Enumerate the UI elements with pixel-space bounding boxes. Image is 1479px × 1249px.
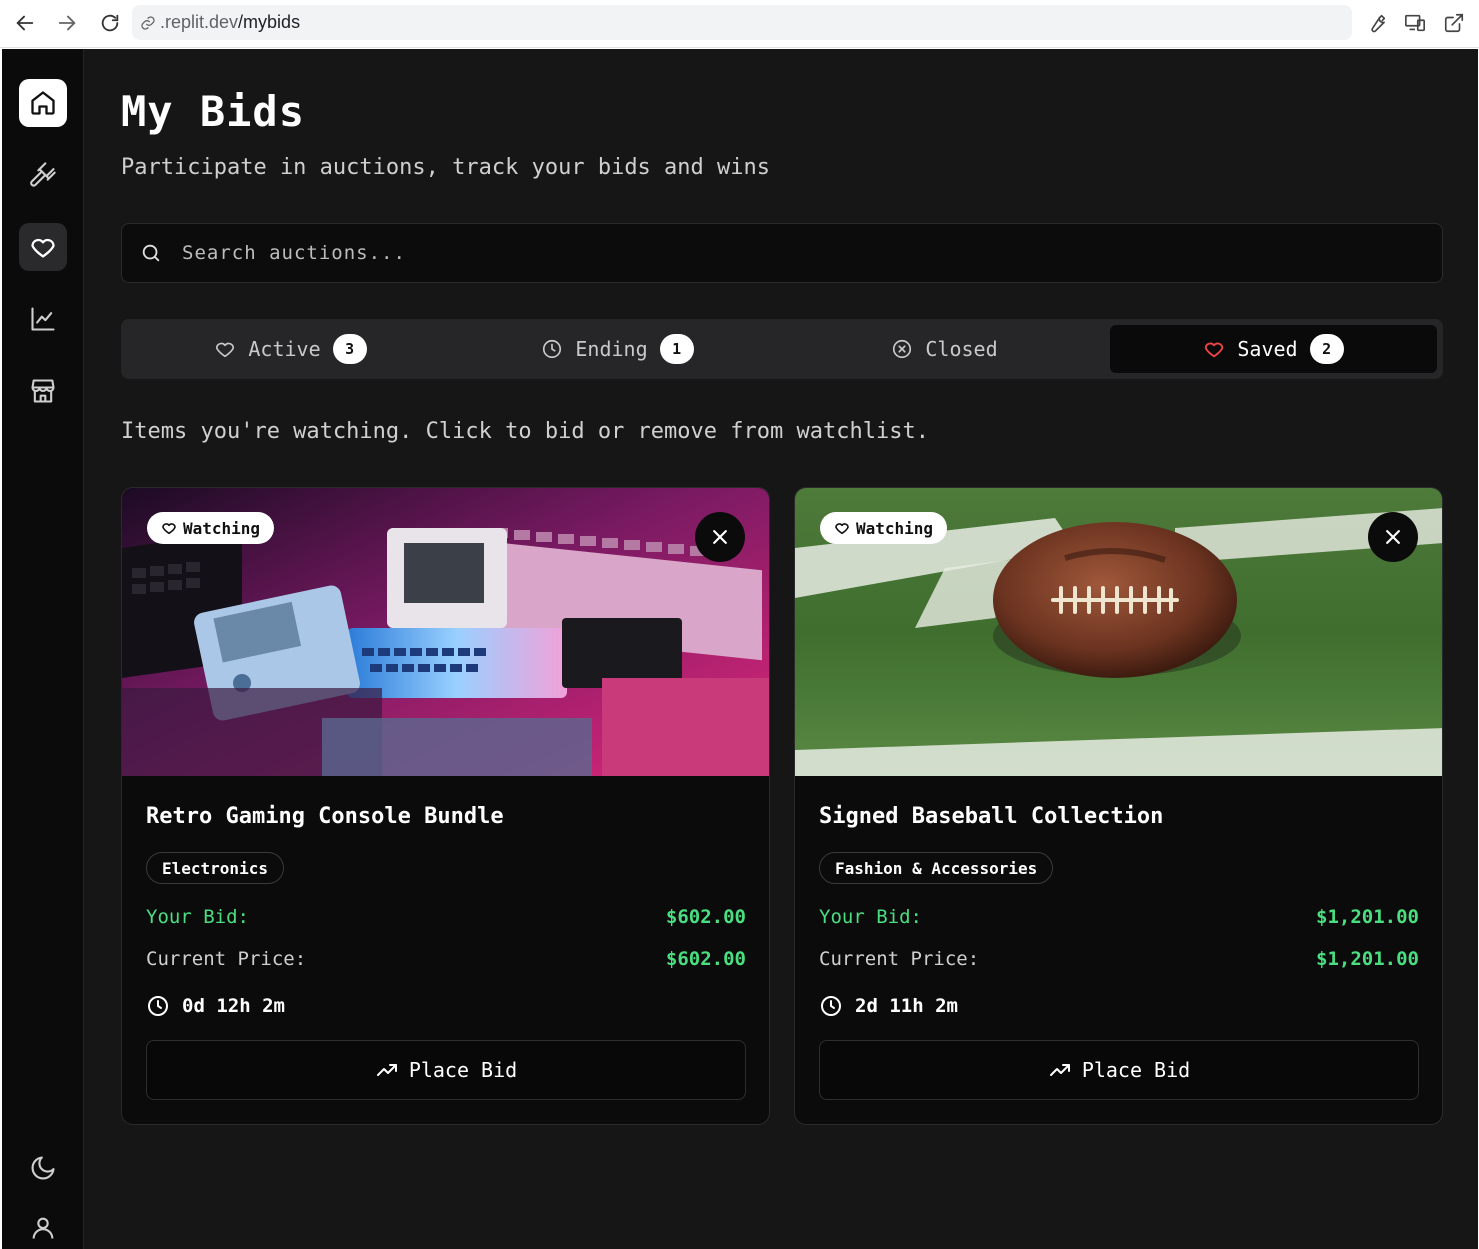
current-price-row: Current Price: $602.00 [146, 948, 746, 970]
remove-from-watchlist-button[interactable] [695, 512, 745, 562]
url-text: .replit.dev/mybids [160, 12, 301, 32]
time-remaining: 0d 12h 2m [146, 994, 285, 1018]
heart-icon [216, 342, 235, 358]
place-bid-button[interactable]: Place Bid [146, 1040, 746, 1100]
your-bid-row: Your Bid: $602.00 [146, 906, 746, 928]
browser-toolbar: .replit.dev/mybids [0, 0, 1479, 48]
item-title[interactable]: Signed Baseball Collection [819, 804, 1163, 829]
home-icon [31, 91, 55, 115]
trending-up-icon [376, 1064, 397, 1076]
clock-icon [543, 339, 562, 359]
clock-icon [148, 996, 168, 1016]
profile-button[interactable] [19, 1204, 67, 1249]
tab-saved[interactable]: Saved 2 [1110, 325, 1437, 373]
tab-active[interactable]: Active 3 [127, 325, 454, 373]
devices-button[interactable] [1400, 8, 1430, 38]
sidebar-item-analytics[interactable] [19, 295, 67, 343]
back-button[interactable] [9, 8, 41, 38]
time-remaining-value: 0d 12h 2m [182, 995, 285, 1017]
heart-icon [162, 523, 176, 535]
devtools-button[interactable] [1362, 8, 1392, 38]
tab-label: Saved [1237, 337, 1298, 361]
current-price-label: Current Price: [146, 948, 307, 970]
place-bid-label: Place Bid [408, 1058, 518, 1082]
tab-label: Active [248, 337, 321, 361]
watching-label: Watching [183, 518, 261, 538]
heart-icon [31, 238, 55, 258]
sidebar-item-auctions[interactable] [19, 151, 67, 199]
address-bar[interactable]: .replit.dev/mybids [132, 5, 1352, 40]
watching-badge: Watching [147, 512, 275, 544]
reload-icon [101, 14, 119, 32]
tab-count-badge: 2 [1309, 334, 1344, 364]
your-bid-label: Your Bid: [819, 906, 922, 928]
sidebar [2, 49, 84, 1249]
current-price-row: Current Price: $1,201.00 [819, 948, 1419, 970]
your-bid-label: Your Bid: [146, 906, 249, 928]
forward-button[interactable] [51, 8, 83, 38]
wrench-icon [1371, 14, 1386, 33]
tab-ending[interactable]: Ending 1 [454, 325, 781, 373]
sidebar-item-store[interactable] [19, 367, 67, 415]
sidebar-item-mybids[interactable] [19, 223, 67, 271]
devices-icon [1405, 14, 1425, 32]
tab-bar: Active 3 Ending 1 Closed Saved 2 [121, 319, 1443, 379]
category-badge: Fashion & Accessories [819, 852, 1054, 884]
close-icon [1386, 530, 1400, 544]
tab-count-badge: 3 [332, 334, 367, 364]
moon-icon [31, 1156, 55, 1180]
app: My Bids Participate in auctions, track y… [2, 49, 1478, 1249]
theme-toggle[interactable] [19, 1144, 67, 1192]
current-price-label: Current Price: [819, 948, 980, 970]
trending-up-icon [1049, 1064, 1070, 1076]
page-subtitle: Participate in auctions, track your bids… [121, 155, 771, 180]
search-input[interactable] [182, 242, 1382, 264]
reload-button[interactable] [94, 8, 126, 38]
user-icon [32, 1217, 54, 1239]
search-icon [142, 244, 160, 262]
arrow-right-icon [58, 15, 76, 31]
search-box[interactable] [121, 223, 1443, 283]
your-bid-value: $602.00 [665, 906, 746, 928]
time-remaining: 2d 11h 2m [819, 994, 958, 1018]
watching-badge: Watching [820, 512, 948, 544]
watchlist-hint: Items you're watching. Click to bid or r… [121, 419, 929, 444]
current-price-value: $602.00 [665, 948, 746, 970]
time-remaining-value: 2d 11h 2m [855, 995, 958, 1017]
watching-label: Watching [856, 518, 934, 538]
main-content: My Bids Participate in auctions, track y… [121, 49, 1443, 1249]
arrow-left-icon [16, 15, 34, 31]
clock-icon [821, 996, 841, 1016]
heart-icon [835, 523, 849, 535]
gavel-icon [30, 162, 56, 187]
page-title: My Bids [121, 87, 306, 136]
store-icon [31, 379, 55, 403]
x-circle-icon [893, 339, 912, 359]
current-price-value: $1,201.00 [1316, 948, 1419, 970]
auction-card: Watching Retro Gaming Console Bundle Ele… [121, 487, 770, 1125]
tab-label: Ending [575, 337, 648, 361]
tab-closed[interactable]: Closed [781, 325, 1108, 373]
your-bid-value: $1,201.00 [1316, 906, 1419, 928]
auction-card: Watching Signed Baseball Collection Fash… [794, 487, 1443, 1125]
link-icon [141, 15, 155, 30]
sidebar-item-home[interactable] [19, 79, 67, 127]
tab-count-badge: 1 [659, 334, 694, 364]
external-link-icon [1444, 13, 1464, 33]
item-title[interactable]: Retro Gaming Console Bundle [146, 804, 504, 829]
tab-label: Closed [925, 337, 998, 361]
close-icon [713, 530, 727, 544]
place-bid-button[interactable]: Place Bid [819, 1040, 1419, 1100]
line-chart-icon [31, 307, 55, 331]
remove-from-watchlist-button[interactable] [1368, 512, 1418, 562]
category-badge: Electronics [146, 852, 284, 884]
open-external-button[interactable] [1439, 8, 1469, 38]
your-bid-row: Your Bid: $1,201.00 [819, 906, 1419, 928]
place-bid-label: Place Bid [1081, 1058, 1191, 1082]
heart-icon [1205, 342, 1224, 358]
